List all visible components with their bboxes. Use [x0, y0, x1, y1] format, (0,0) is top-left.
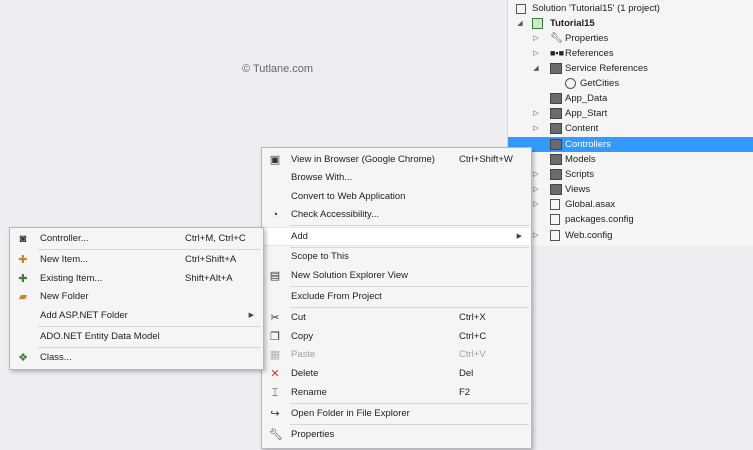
tree-item-models[interactable]: Models: [508, 152, 753, 167]
copy-icon: ❐: [270, 331, 280, 343]
context-menu: ▣ View in Browser (Google Chrome) Ctrl+S…: [261, 147, 532, 449]
collapsed-arrow-icon[interactable]: ▷: [532, 228, 540, 243]
submenu-arrow-icon: ▶: [248, 312, 254, 319]
web-project-icon: [532, 18, 543, 29]
folder-icon: [550, 169, 562, 180]
project-node[interactable]: ◢ Tutorial15: [508, 16, 753, 31]
submenu-item-new-folder[interactable]: ▰ New Folder: [11, 288, 262, 306]
service-icon: [565, 78, 576, 89]
menu-item-check-accessibility[interactable]: ◔ Check Accessibility...: [263, 206, 530, 224]
cut-icon: ✂: [270, 312, 280, 324]
collapsed-arrow-icon[interactable]: ▷: [532, 182, 540, 197]
tree-item-web-config[interactable]: ▷ Web.config: [508, 228, 753, 243]
config-file-icon: [550, 230, 560, 241]
collapsed-arrow-icon[interactable]: ▷: [532, 31, 540, 46]
class-icon: ❖: [18, 352, 28, 364]
tree-item-service-references[interactable]: ◢ Service References: [508, 61, 753, 76]
menu-item-add[interactable]: Add ▶: [263, 227, 530, 246]
collapsed-arrow-icon[interactable]: ▷: [532, 46, 540, 61]
tree-item-app-data[interactable]: App_Data: [508, 91, 753, 106]
menu-item-new-solution-explorer-view[interactable]: ▤ New Solution Explorer View: [263, 267, 530, 285]
folder-icon: [550, 63, 562, 74]
expanded-arrow-icon[interactable]: ◢: [532, 61, 540, 76]
submenu-arrow-icon: ▶: [516, 233, 522, 240]
tree-item-references[interactable]: ▷ ■▪■ References: [508, 46, 753, 61]
tree-item-views[interactable]: ▷ Views: [508, 182, 753, 197]
menu-item-open-folder-in-file-explorer[interactable]: ↪ Open Folder in File Explorer: [263, 405, 530, 423]
open-folder-icon: ↪: [270, 408, 280, 420]
collapsed-arrow-icon[interactable]: ▷: [532, 106, 540, 121]
menu-separator: [290, 225, 529, 226]
menu-separator: [290, 307, 529, 308]
submenu-item-add-aspnet-folder[interactable]: Add ASP.NET Folder ▶: [11, 307, 262, 325]
folder-icon: [550, 108, 562, 119]
menu-item-paste[interactable]: ▦ Paste Ctrl+V: [263, 346, 530, 364]
collapsed-arrow-icon[interactable]: ▷: [532, 121, 540, 136]
tree-item-app-start[interactable]: ▷ App_Start: [508, 106, 753, 121]
menu-separator: [38, 249, 261, 250]
menu-item-delete[interactable]: ✕ Delete Del: [263, 365, 530, 383]
delete-icon: ✕: [270, 368, 280, 380]
menu-item-convert-to-web-application[interactable]: Convert to Web Application: [263, 188, 530, 206]
menu-item-properties[interactable]: 🔧︎ Properties: [263, 426, 530, 444]
tree-item-controllers[interactable]: Controllers: [508, 137, 753, 152]
file-icon: [550, 199, 560, 210]
controller-icon: ◙: [19, 233, 27, 245]
folder-icon: [550, 93, 562, 104]
add-submenu: ◙ Controller... Ctrl+M, Ctrl+C ✚ New Ite…: [9, 227, 264, 370]
browser-icon: ▣: [269, 154, 281, 166]
menu-item-scope-to-this[interactable]: Scope to This: [263, 248, 530, 266]
menu-item-rename[interactable]: ⌶ Rename F2: [263, 384, 530, 402]
collapsed-arrow-icon[interactable]: ▷: [532, 167, 540, 182]
config-file-icon: [550, 214, 560, 225]
new-folder-icon: ▰: [18, 291, 28, 303]
menu-separator: [290, 286, 529, 287]
folder-icon: [550, 123, 562, 134]
tree-item-global-asax[interactable]: ▷ Global.asax: [508, 197, 753, 212]
rename-icon: ⌶: [271, 387, 279, 399]
collapsed-arrow-icon[interactable]: ▷: [532, 197, 540, 212]
tree-item-getcities[interactable]: GetCities: [508, 76, 753, 91]
solution-explorer: Solution 'Tutorial15' (1 project) ◢ Tuto…: [507, 0, 753, 246]
menu-item-view-in-browser[interactable]: ▣ View in Browser (Google Chrome) Ctrl+S…: [263, 151, 530, 169]
menu-item-browse-with[interactable]: Browse With...: [263, 169, 530, 187]
watermark: © Tutlane.com: [242, 63, 314, 75]
menu-separator: [38, 326, 261, 327]
folder-icon: [550, 154, 562, 165]
submenu-item-controller[interactable]: ◙ Controller... Ctrl+M, Ctrl+C: [11, 230, 262, 248]
expanded-arrow-icon[interactable]: ◢: [516, 16, 524, 31]
menu-separator: [290, 403, 529, 404]
menu-separator: [290, 424, 529, 425]
solution-root[interactable]: Solution 'Tutorial15' (1 project): [508, 1, 753, 16]
existing-item-icon: ✚: [18, 273, 28, 285]
tree-item-content[interactable]: ▷ Content: [508, 121, 753, 136]
submenu-item-class[interactable]: ❖ Class...: [11, 349, 262, 367]
submenu-item-existing-item[interactable]: ✚ Existing Item... Shift+Alt+A: [11, 270, 262, 288]
tree-item-packages-config[interactable]: packages.config: [508, 212, 753, 227]
menu-item-copy[interactable]: ❐ Copy Ctrl+C: [263, 328, 530, 346]
accessibility-icon: ◔: [271, 209, 279, 221]
solution-icon: [516, 4, 526, 14]
menu-item-exclude-from-project[interactable]: Exclude From Project: [263, 288, 530, 306]
folder-icon: [550, 139, 562, 150]
menu-item-cut[interactable]: ✂ Cut Ctrl+X: [263, 309, 530, 327]
new-item-icon: ✚: [18, 254, 28, 266]
wrench-icon: 🔧︎: [550, 33, 563, 44]
paste-icon: ▦: [269, 349, 281, 361]
menu-separator: [38, 347, 261, 348]
wrench-icon: 🔧︎: [269, 429, 283, 441]
tree-item-properties[interactable]: ▷ 🔧︎ Properties: [508, 31, 753, 46]
references-icon: ■▪■: [550, 48, 565, 58]
submenu-item-ado-net-entity-data-model[interactable]: ADO.NET Entity Data Model: [11, 328, 262, 346]
submenu-item-new-item[interactable]: ✚ New Item... Ctrl+Shift+A: [11, 251, 262, 269]
new-view-icon: ▤: [269, 270, 281, 282]
tree-item-scripts[interactable]: ▷ Scripts: [508, 167, 753, 182]
folder-icon: [550, 184, 562, 195]
